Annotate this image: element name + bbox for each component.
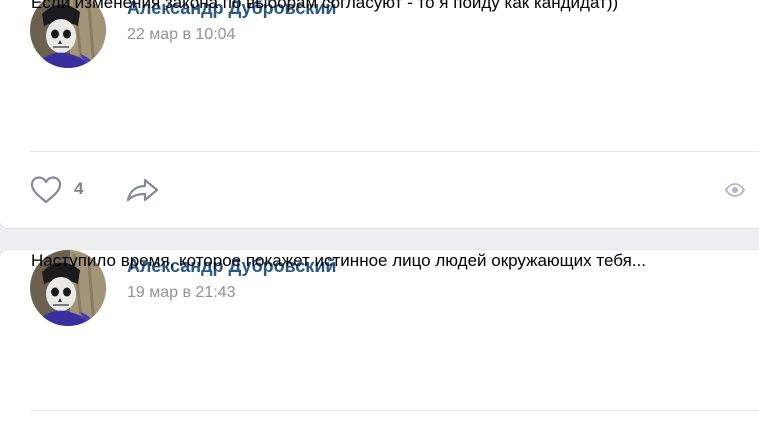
post-divider (30, 151, 759, 152)
views-counter (724, 182, 746, 198)
news-feed: Александр Дубровский 22 мар в 10:04 Если… (0, 0, 759, 425)
share-button[interactable] (124, 174, 164, 206)
like-count: 4 (74, 179, 84, 198)
heart-outline-icon (30, 176, 62, 204)
post-divider (30, 410, 759, 411)
eye-icon (724, 183, 746, 197)
post-text: Наступило время, которое покажет истинно… (31, 251, 646, 270)
share-arrow-icon (126, 178, 159, 202)
post-text: Если изменения закона по выборам согласу… (31, 0, 619, 12)
like-button[interactable]: 4 (29, 174, 93, 206)
